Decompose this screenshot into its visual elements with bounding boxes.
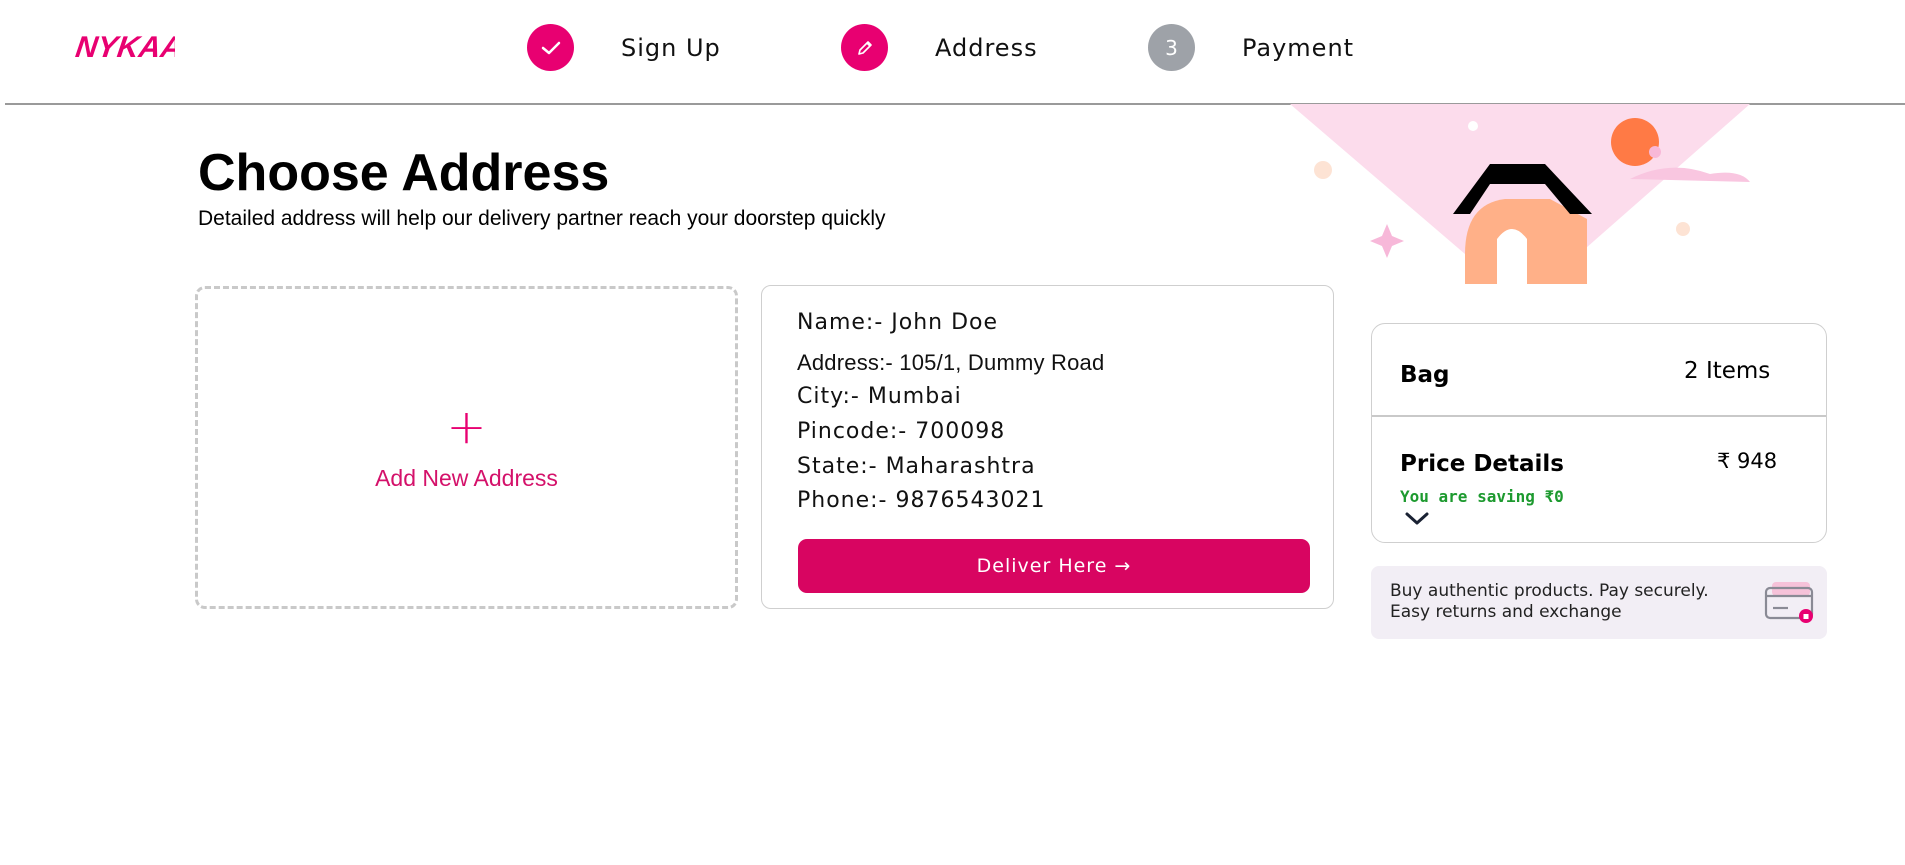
trust-line-1: Buy authentic products. Pay securely. — [1390, 581, 1709, 601]
checkout-header: NYKAA Sign Up Address 3 Payment — [5, 0, 1905, 105]
address-state: State:- Maharashtra — [797, 454, 1036, 479]
check-icon — [527, 24, 574, 71]
svg-text:NYKAA: NYKAA — [75, 31, 175, 64]
price-details-label: Price Details — [1400, 451, 1564, 477]
address-street: Address:- 105/1, Dummy Road — [797, 350, 1105, 375]
step-label: Sign Up — [621, 33, 721, 62]
house-illustration — [1290, 104, 1750, 284]
plus-icon: + — [446, 399, 487, 455]
saving-text: You are saving ₹0 — [1400, 487, 1564, 506]
address-pincode: Pincode:- 700098 — [797, 419, 1006, 444]
divider — [1372, 415, 1826, 417]
address-name: Name:- John Doe — [797, 310, 999, 335]
price-summary-card: Bag 2 Items Price Details ₹ 948 You are … — [1371, 323, 1827, 543]
add-new-address-label: Add New Address — [375, 465, 558, 491]
step-sign-up: Sign Up — [527, 24, 721, 71]
bag-label: Bag — [1400, 362, 1450, 388]
trust-text: Buy authentic products. Pay securely. Ea… — [1390, 581, 1709, 623]
secure-card-icon — [1764, 582, 1814, 623]
page-title: Choose Address — [198, 144, 610, 202]
price-total: ₹ 948 — [1717, 449, 1778, 473]
bag-item-count: 2 Items — [1684, 358, 1771, 384]
address-phone: Phone:- 9876543021 — [797, 488, 1046, 513]
address-city: City:- Mumbai — [797, 384, 962, 409]
deliver-here-button[interactable]: Deliver Here → — [798, 539, 1310, 593]
step-address: Address — [841, 24, 1038, 71]
step-number: 3 — [1148, 24, 1195, 71]
step-payment: 3 Payment — [1148, 24, 1354, 71]
pencil-icon — [841, 24, 888, 71]
step-label: Address — [935, 33, 1038, 62]
saved-address-card[interactable]: Name:- John Doe Address:- 105/1, Dummy R… — [761, 285, 1334, 609]
chevron-down-icon[interactable] — [1404, 510, 1430, 528]
page-subtitle: Detailed address will help our delivery … — [198, 207, 886, 230]
step-label: Payment — [1242, 33, 1355, 62]
nykaa-logo[interactable]: NYKAA — [75, 25, 175, 65]
trust-line-2: Easy returns and exchange — [1390, 602, 1622, 622]
trust-banner: Buy authentic products. Pay securely. Ea… — [1371, 566, 1827, 639]
add-new-address-card[interactable]: + Add New Address — [195, 286, 738, 609]
